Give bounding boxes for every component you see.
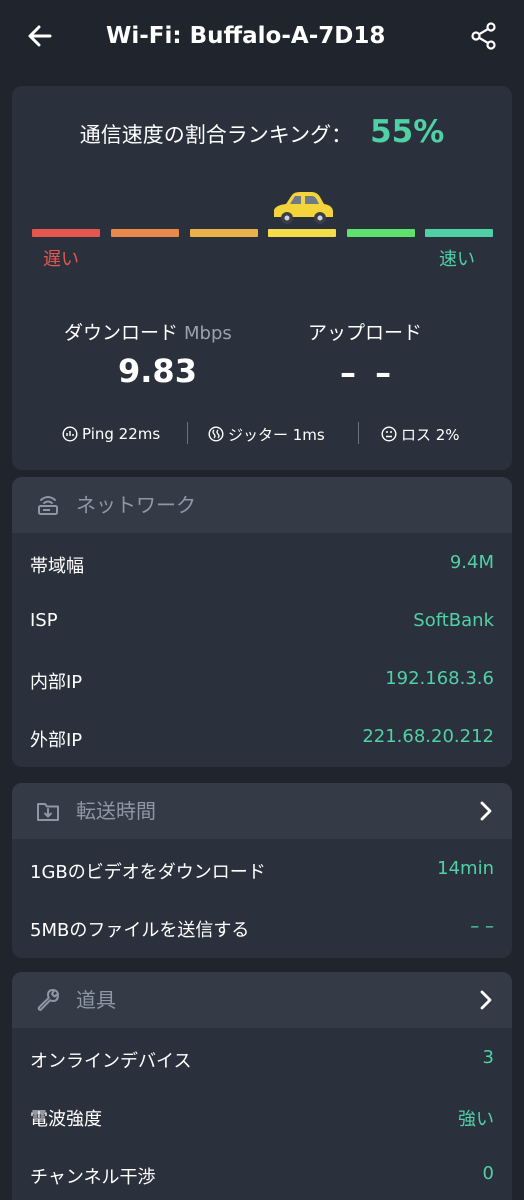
row-value: 強い: [458, 1109, 494, 1130]
back-button[interactable]: [24, 20, 56, 52]
row-label: ISP: [30, 610, 58, 631]
ping-metric: Ping 22ms: [62, 423, 160, 445]
speed-scale-segment: [32, 229, 100, 237]
ping-icon: [62, 426, 78, 442]
transfer-card-header[interactable]: 転送時間: [12, 783, 512, 839]
tools-card-header[interactable]: 道具: [12, 972, 512, 1028]
metric-divider: [187, 422, 188, 444]
ranking-line: 通信速度の割合ランキング： 55%: [0, 114, 524, 150]
wrench-icon: [37, 989, 59, 1011]
row-label: チャンネル干渉: [30, 1167, 156, 1188]
upload-label: アップロード: [308, 322, 423, 344]
arrow-left-icon: [28, 25, 52, 47]
row-label: オンラインデバイス: [30, 1051, 192, 1072]
download-unit: Mbps: [184, 323, 232, 344]
network-row-isp: ISP SoftBank: [12, 593, 512, 651]
app-header: Wi-Fi: Buffalo-A-7D18: [0, 0, 524, 72]
row-label: 帯域幅: [30, 556, 84, 577]
loss-text: ロス 2%: [401, 425, 460, 444]
tools-title: 道具: [76, 988, 116, 1012]
row-value: SoftBank: [413, 610, 494, 631]
tools-row-online-devices: オンラインデバイス 3: [12, 1030, 512, 1088]
upload-value: – –: [340, 354, 396, 392]
transfer-title: 転送時間: [76, 799, 156, 823]
speed-scale-segment: [190, 229, 258, 237]
router-icon: [38, 496, 58, 515]
transfer-row-file: 5MBのファイルを送信する – –: [12, 899, 512, 957]
transfer-row-video: 1GBのビデオをダウンロード 14min: [12, 841, 512, 899]
row-value: 0: [482, 1163, 494, 1184]
ping-text: Ping 22ms: [82, 425, 161, 443]
speed-scale-segment: [347, 229, 415, 237]
speed-scale-segment: [425, 229, 493, 237]
network-row-external-ip: 外部IP 221.68.20.212: [12, 709, 512, 767]
row-value: 192.168.3.6: [385, 668, 494, 689]
speed-scale-segment: [268, 229, 336, 237]
network-row-internal-ip: 内部IP 192.168.3.6: [12, 651, 512, 709]
row-label: 1GBのビデオをダウンロード: [30, 862, 266, 883]
chevron-right-icon: [480, 990, 492, 1010]
download-label-text: ダウンロード: [64, 322, 179, 344]
metric-divider: [358, 422, 359, 444]
speed-scale-segment: [111, 229, 179, 237]
row-value: 9.4M: [449, 552, 494, 573]
car-icon: [274, 192, 333, 224]
row-label: 5MBのファイルを送信する: [30, 920, 250, 941]
row-value: 14min: [437, 858, 494, 879]
network-title: ネットワーク: [76, 493, 196, 517]
transfer-card: 転送時間 1GBのビデオをダウンロード 14min 5MBのファイルを送信する …: [12, 783, 512, 958]
fast-label: 速い: [439, 249, 475, 270]
jitter-text: ジッター 1ms: [228, 425, 325, 444]
share-button[interactable]: [468, 20, 500, 52]
tools-card: 道具 オンラインデバイス 3 電波強度 強い チャンネル干渉 0: [12, 972, 512, 1200]
chevron-right-icon: [480, 801, 492, 821]
ranking-value: 55%: [370, 114, 445, 150]
network-row-bandwidth: 帯域幅 9.4M: [12, 535, 512, 593]
download-label: ダウンロード Mbps: [64, 318, 232, 345]
download-folder-icon: [37, 803, 59, 821]
loss-icon: [381, 426, 397, 442]
tools-row-channel-interference: チャンネル干渉 0: [12, 1146, 512, 1200]
row-label: 外部IP: [30, 730, 83, 751]
row-value: – –: [470, 916, 494, 937]
ranking-label: 通信速度の割合ランキング：: [79, 123, 353, 147]
network-card-header: ネットワーク: [12, 477, 512, 533]
download-value: 9.83: [118, 352, 197, 390]
row-value: 3: [482, 1047, 494, 1068]
network-card: ネットワーク 帯域幅 9.4M ISP SoftBank 内部IP 192.16…: [12, 477, 512, 767]
jitter-metric: ジッター 1ms: [208, 423, 325, 445]
jitter-icon: [208, 426, 224, 442]
loss-metric: ロス 2%: [381, 423, 460, 445]
page-title: Wi-Fi: Buffalo-A-7D18: [106, 23, 386, 49]
row-label: 電波強度: [30, 1109, 102, 1130]
row-value: 221.68.20.212: [362, 726, 494, 747]
tools-row-signal-strength: 電波強度 強い: [12, 1088, 512, 1146]
row-label: 内部IP: [30, 672, 83, 693]
share-icon: [471, 22, 496, 50]
slow-label: 遅い: [43, 249, 79, 270]
